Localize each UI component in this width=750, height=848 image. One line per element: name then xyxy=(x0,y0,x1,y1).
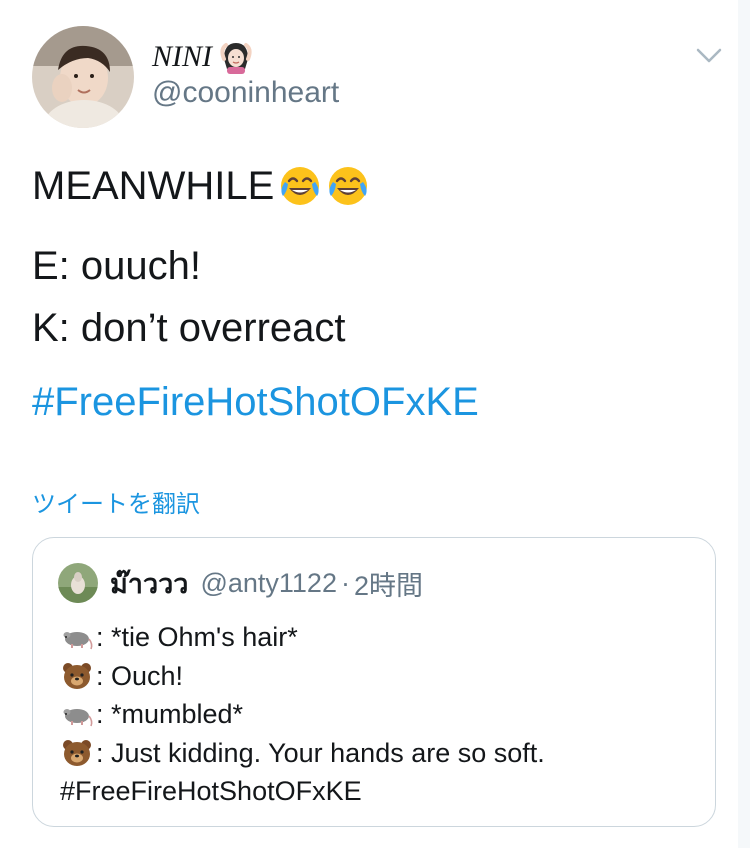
quoted-separator: · xyxy=(340,567,350,598)
quoted-line-4-text: : Just kidding. Your hands are so soft. xyxy=(96,737,545,768)
face-with-tears-of-joy-icon xyxy=(329,167,368,205)
rat-icon xyxy=(63,632,93,650)
tweet-text-line-2: E: ouuch! xyxy=(32,243,202,288)
quoted-line-3: : *mumbled* xyxy=(60,695,545,734)
tweet-text-line-3: K: don’t overreact xyxy=(32,305,346,350)
rat-icon xyxy=(63,709,93,727)
bear-face-icon xyxy=(63,739,91,766)
quoted-tweet-header: ม๊าววว @anty1122 · 2時間 xyxy=(58,562,423,604)
quoted-author-name[interactable]: ม๊าววว xyxy=(110,562,188,605)
tweet-text-meanwhile: MEANWHILE xyxy=(32,163,275,208)
quoted-tweet-body: : *tie Ohm's hair* : Ouch!: *mumbled*:… xyxy=(60,618,545,811)
woman-gesturing-ok-icon xyxy=(220,43,252,74)
quoted-line-2: : Ouch! xyxy=(60,657,545,696)
quoted-hashtag[interactable]: #FreeFireHotShotOFxKE xyxy=(60,772,362,811)
quoted-line-1: : *tie Ohm's hair* xyxy=(60,618,545,657)
author-handle[interactable]: @cooninheart xyxy=(152,76,339,110)
chevron-down-icon[interactable] xyxy=(695,44,723,68)
tweet-hashtag-link[interactable]: #FreeFireHotShotOFxKE xyxy=(32,380,479,425)
quoted-author-avatar[interactable] xyxy=(58,563,98,603)
quoted-hashtag-line: #FreeFireHotShotOFxKE xyxy=(60,772,545,811)
tweet-detail: NINI @cooninheart MEANWHILE E: ouuch! K:… xyxy=(0,0,750,848)
quoted-tweet-card[interactable]: ม๊าววว @anty1122 · 2時間 : *tie Ohm's hair… xyxy=(32,537,716,827)
quoted-timestamp[interactable]: 2時間 xyxy=(354,564,423,603)
quoted-line-2-text: : Ouch! xyxy=(96,660,184,691)
face-with-tears-of-joy-icon xyxy=(281,167,320,205)
scroll-edge xyxy=(738,0,750,848)
author-avatar[interactable] xyxy=(32,26,134,128)
bear-face-icon xyxy=(63,662,91,689)
quoted-author-handle[interactable]: @anty1122 xyxy=(200,568,337,599)
quoted-line-4: : Just kidding. Your hands are so soft. xyxy=(60,734,545,773)
quoted-line-3-text: : *mumbled* xyxy=(96,699,244,729)
author-name-row: NINI xyxy=(152,36,254,78)
translate-tweet-link[interactable]: ツイートを翻訳 xyxy=(32,484,200,519)
quoted-line-1-text: : *tie Ohm's hair* xyxy=(96,622,298,652)
author-display-name[interactable]: NINI xyxy=(152,40,212,74)
tweet-text-line-1: MEANWHILE xyxy=(32,160,370,212)
